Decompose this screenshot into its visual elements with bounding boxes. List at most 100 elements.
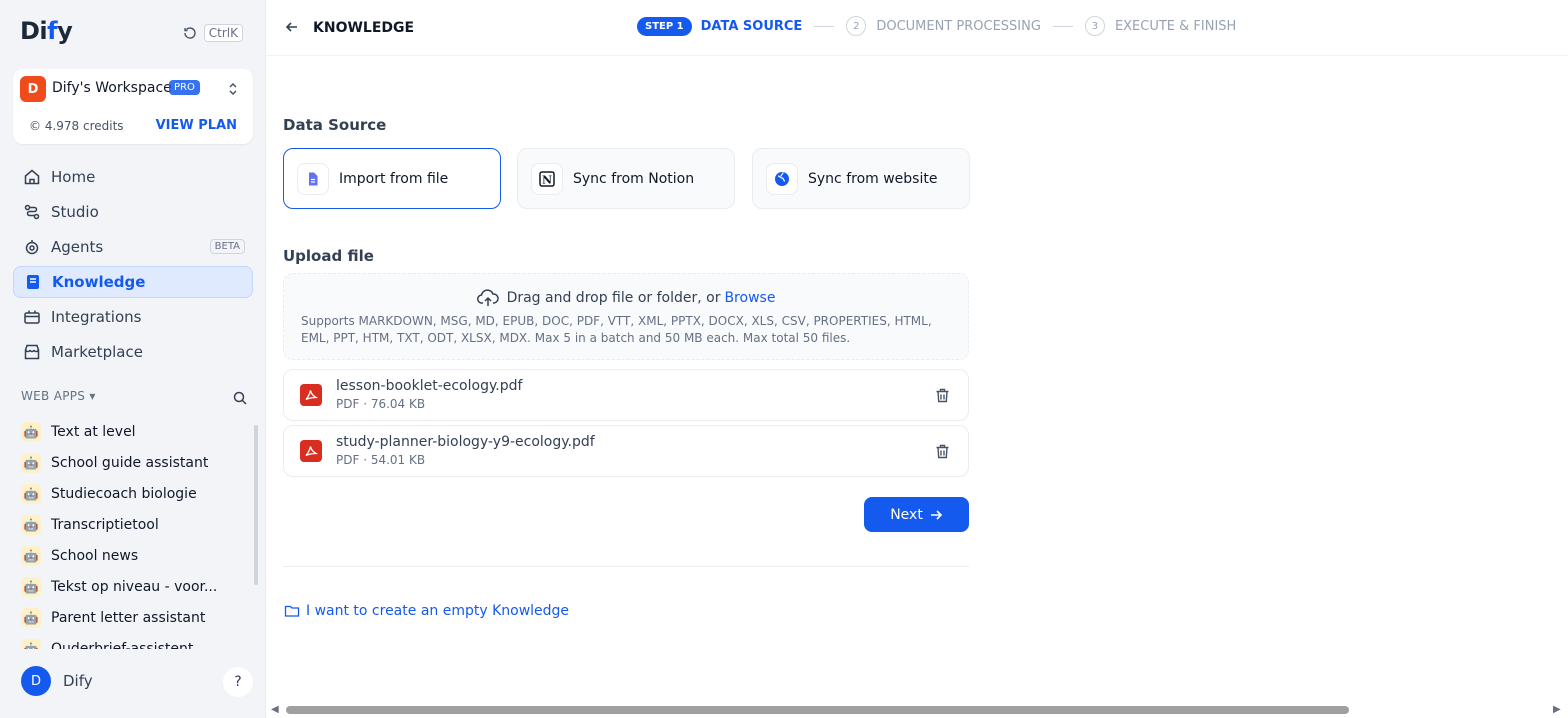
home-icon (24, 169, 40, 185)
history-icon (184, 27, 196, 39)
sync-from-notion-option[interactable]: N Sync from Notion (517, 148, 735, 209)
dropzone-prompt: Drag and drop file or folder, or Browse (284, 288, 968, 308)
workspace-name: Dify's Workspace (52, 80, 172, 96)
robot-icon: 🤖 (21, 607, 41, 628)
nav-label: Marketplace (51, 343, 143, 361)
svg-text:N: N (542, 173, 552, 186)
knowledge-icon (27, 275, 39, 289)
nav-label: Home (51, 168, 96, 186)
web-apps-heading[interactable]: WEB APPS ▾ (21, 389, 96, 403)
file-row: lesson-booklet-ecology.pdf PDF · 76.04 K… (283, 369, 969, 421)
workspace-avatar: D (20, 76, 46, 102)
file-icon (297, 162, 329, 195)
nav-item-studio[interactable]: Studio (13, 196, 253, 228)
folder-icon (284, 605, 300, 617)
list-item[interactable]: 🤖 Parent letter assistant (13, 602, 249, 633)
step-divider (1052, 25, 1073, 27)
chevron-up-down-icon[interactable] (227, 81, 239, 97)
step3-number: 3 (1084, 16, 1105, 36)
file-name: lesson-booklet-ecology.pdf (336, 378, 523, 394)
file-meta: PDF · 54.01 KB (336, 453, 426, 467)
nav-item-marketplace[interactable]: Marketplace (13, 336, 253, 368)
user-menu[interactable]: D Dify (21, 666, 93, 696)
agents-icon (25, 240, 39, 255)
pdf-icon (300, 440, 322, 462)
robot-icon: 🤖 (21, 638, 41, 649)
file-name: study-planner-biology-y9-ecology.pdf (336, 434, 595, 450)
trash-icon[interactable] (934, 443, 951, 460)
step2-label: DOCUMENT PROCESSING (876, 18, 1041, 34)
search-icon[interactable] (232, 390, 248, 406)
step1-badge: STEP 1 (637, 16, 692, 36)
upload-file-heading: Upload file (283, 247, 374, 265)
dify-logo[interactable]: Dify (20, 17, 73, 45)
step-indicator: STEP 1 DATA SOURCE 2 DOCUMENT PROCESSING… (637, 16, 1236, 36)
cloud-upload-icon (476, 289, 499, 306)
page-title: KNOWLEDGE (313, 20, 415, 36)
robot-icon: 🤖 (21, 514, 41, 535)
list-item[interactable]: 🤖 School news (13, 540, 249, 571)
robot-icon: 🤖 (21, 576, 41, 597)
horizontal-scrollbar[interactable] (286, 706, 1349, 714)
sync-from-website-option[interactable]: Sync from website (752, 148, 970, 209)
nav-label: Agents (51, 238, 104, 256)
caret-down-icon: ▾ (89, 389, 96, 403)
option-label: Sync from website (808, 170, 938, 187)
beta-badge: BETA (209, 239, 245, 254)
data-source-heading: Data Source (283, 116, 387, 134)
option-label: Sync from Notion (573, 170, 695, 187)
scroll-left-arrow-icon[interactable]: ◀ (271, 704, 279, 715)
supported-formats-text: Supports MARKDOWN, MSG, MD, EPUB, DOC, P… (301, 314, 932, 345)
file-meta: PDF · 76.04 KB (336, 397, 426, 411)
step2-number: 2 (846, 16, 867, 36)
next-button[interactable]: Next (864, 497, 969, 532)
top-header: KNOWLEDGE STEP 1 DATA SOURCE 2 DOCUMENT … (266, 0, 1568, 56)
search-shortcut[interactable]: CtrlK (182, 24, 243, 42)
avatar: D (21, 666, 51, 696)
pdf-icon (300, 384, 322, 406)
main-nav: Home Studio Agents BETA Knowledge Integr… (13, 161, 253, 371)
option-label: Import from file (339, 170, 449, 187)
file-dropzone[interactable]: Drag and drop file or folder, or Browse … (283, 273, 969, 360)
nav-label: Studio (51, 203, 99, 221)
user-name: Dify (63, 672, 93, 690)
list-item[interactable]: 🤖 Ouderbrief-assistent (13, 633, 249, 649)
plan-badge: PRO (169, 80, 200, 95)
create-empty-knowledge-link[interactable]: I want to create an empty Knowledge (284, 603, 569, 619)
nav-item-integrations[interactable]: Integrations (13, 301, 253, 333)
robot-icon: 🤖 (21, 452, 41, 473)
arrow-left-icon[interactable] (284, 19, 300, 35)
list-item[interactable]: 🤖 School guide assistant (13, 447, 249, 478)
nav-item-knowledge[interactable]: Knowledge (13, 266, 253, 298)
shortcut-key: CtrlK (203, 24, 243, 42)
divider (283, 566, 969, 567)
sidebar: Dify CtrlK D Dify's Workspace PRO © 4.97… (0, 0, 266, 718)
robot-icon: 🤖 (21, 421, 41, 442)
globe-icon (766, 162, 798, 195)
browse-link[interactable]: Browse (724, 290, 775, 306)
step1-label: DATA SOURCE (700, 18, 803, 34)
view-plan-link[interactable]: VIEW PLAN (156, 118, 237, 133)
marketplace-icon (24, 344, 40, 360)
scroll-right-arrow-icon[interactable]: ▶ (1553, 704, 1561, 715)
workspace-card[interactable]: D Dify's Workspace PRO © 4.978 credits V… (13, 69, 253, 144)
list-item[interactable]: 🤖 Studiecoach biologie (13, 478, 249, 509)
web-apps-list: 🤖 Text at level 🤖 School guide assistant 🤖… (13, 416, 249, 649)
robot-icon: 🤖 (21, 483, 41, 504)
list-item[interactable]: 🤖 Tekst op niveau - voor... (13, 571, 249, 602)
list-item[interactable]: 🤖 Text at level (13, 416, 249, 447)
nav-item-agents[interactable]: Agents BETA (13, 231, 253, 263)
step-divider (814, 25, 835, 27)
help-button[interactable]: ? (223, 667, 253, 697)
list-item[interactable]: 🤖 Transcriptietool (13, 509, 249, 540)
robot-icon: 🤖 (21, 545, 41, 566)
web-apps-scrollbar[interactable] (254, 425, 258, 585)
notion-icon: N (531, 162, 563, 195)
file-row: study-planner-biology-y9-ecology.pdf PDF… (283, 425, 969, 477)
credits-text: © 4.978 credits (29, 119, 124, 133)
import-from-file-option[interactable]: Import from file (283, 148, 501, 209)
nav-label: Integrations (51, 308, 142, 326)
step3-label: EXECUTE & FINISH (1114, 18, 1237, 34)
nav-item-home[interactable]: Home (13, 161, 253, 193)
trash-icon[interactable] (934, 387, 951, 404)
